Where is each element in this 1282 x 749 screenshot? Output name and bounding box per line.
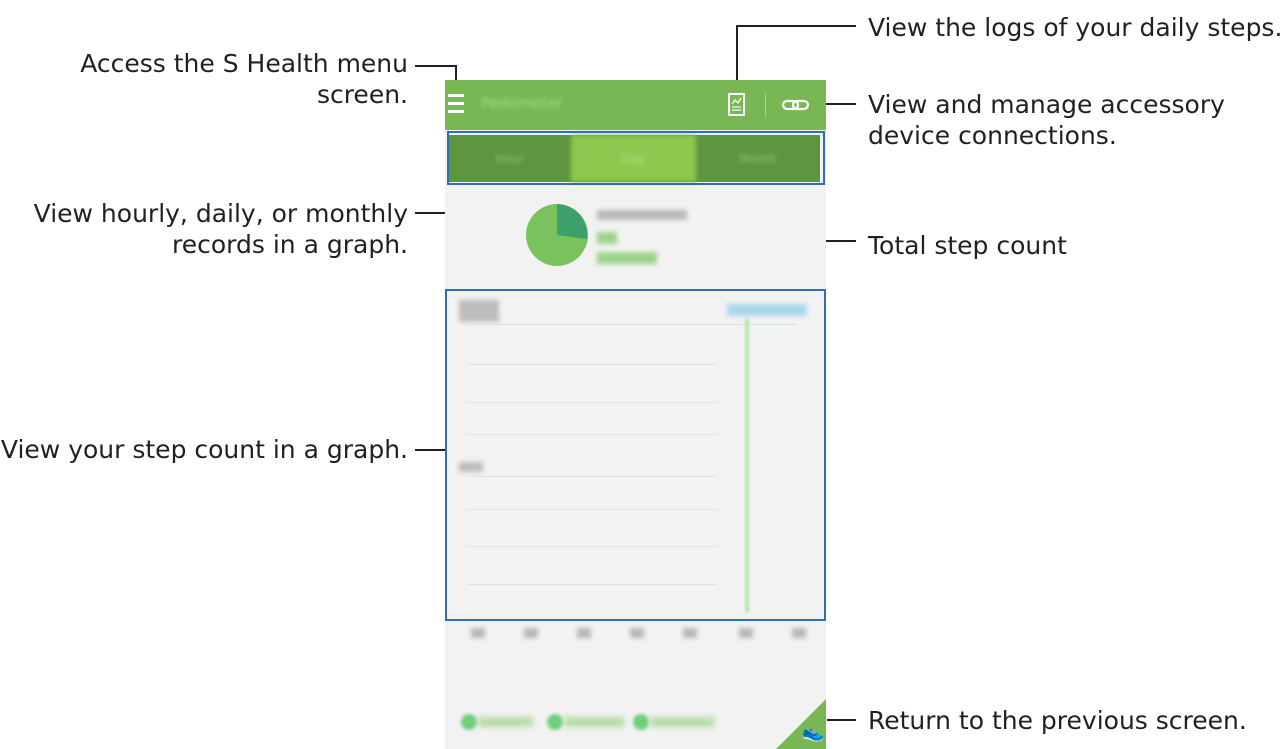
leader-back xyxy=(827,719,856,721)
callout-logs: View the logs of your daily steps. xyxy=(868,12,1282,43)
callout-accessory-line2: device connections. xyxy=(868,121,1117,150)
callout-menu-line1: Access the S Health menu xyxy=(80,49,408,78)
menu-icon[interactable] xyxy=(448,94,464,114)
legend-walking-dot xyxy=(461,714,477,730)
callout-back-text: Return to the previous screen. xyxy=(868,706,1247,735)
legend-running-dot xyxy=(547,714,563,730)
callout-accessory: View and manage accessory device connect… xyxy=(868,89,1225,151)
graph-x-tick xyxy=(683,628,697,638)
callout-graph-period: View hourly, daily, or monthly records i… xyxy=(34,198,408,260)
shoe-icon[interactable]: 👟 xyxy=(802,722,824,743)
step-summary xyxy=(445,188,826,288)
callout-menu: Access the S Health menu screen. xyxy=(80,48,408,110)
callout-back: Return to the previous screen. xyxy=(868,705,1247,736)
highlight-graph xyxy=(445,289,826,621)
action-bar-divider xyxy=(765,93,766,117)
action-bar: Pedometer xyxy=(445,80,826,130)
callout-graph-period-line1: View hourly, daily, or monthly xyxy=(33,199,408,228)
step-goal-pie xyxy=(526,204,588,266)
callout-accessory-line1: View and manage accessory xyxy=(868,90,1225,119)
graph-x-tick xyxy=(524,628,538,638)
callout-total-text: Total step count xyxy=(868,231,1067,260)
graph-x-tick xyxy=(739,628,753,638)
callout-step-graph: View your step count in a graph. xyxy=(1,434,408,465)
graph-x-tick xyxy=(471,628,485,638)
summary-label-blurred xyxy=(597,210,687,220)
callout-graph-period-line2: records in a graph. xyxy=(172,230,408,259)
callout-logs-text: View the logs of your daily steps. xyxy=(868,13,1282,42)
leader-menu xyxy=(415,65,457,67)
callout-menu-line2: screen. xyxy=(316,80,408,109)
callout-total: Total step count xyxy=(868,230,1067,261)
legend-updown-label xyxy=(650,717,715,727)
highlight-tabs xyxy=(447,131,825,185)
callout-step-graph-text: View your step count in a graph. xyxy=(0,435,408,464)
leader-accessory xyxy=(824,103,856,105)
legend-walking-label xyxy=(478,717,533,727)
legend-running-label xyxy=(564,717,624,727)
graph-x-tick xyxy=(630,628,644,638)
leader-step-graph xyxy=(415,449,445,451)
logs-icon[interactable] xyxy=(728,93,745,116)
summary-value-blurred xyxy=(597,232,617,244)
link-icon[interactable] xyxy=(781,94,811,116)
app-title-blurred: Pedometer xyxy=(481,94,563,112)
leader-logs xyxy=(736,25,856,27)
graph-x-tick xyxy=(577,628,591,638)
summary-value-blurred-2 xyxy=(597,252,657,264)
legend-updown-dot xyxy=(633,714,649,730)
graph-x-tick xyxy=(792,628,806,638)
